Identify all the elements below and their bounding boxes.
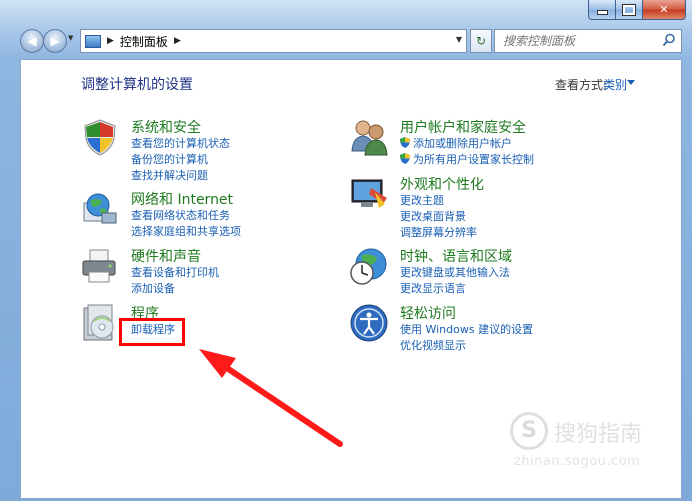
watermark-url: zhinan.sogou.com xyxy=(514,454,641,469)
watermark-text: 搜狗指南 xyxy=(554,422,643,447)
watermark-logo: S xyxy=(510,412,548,450)
